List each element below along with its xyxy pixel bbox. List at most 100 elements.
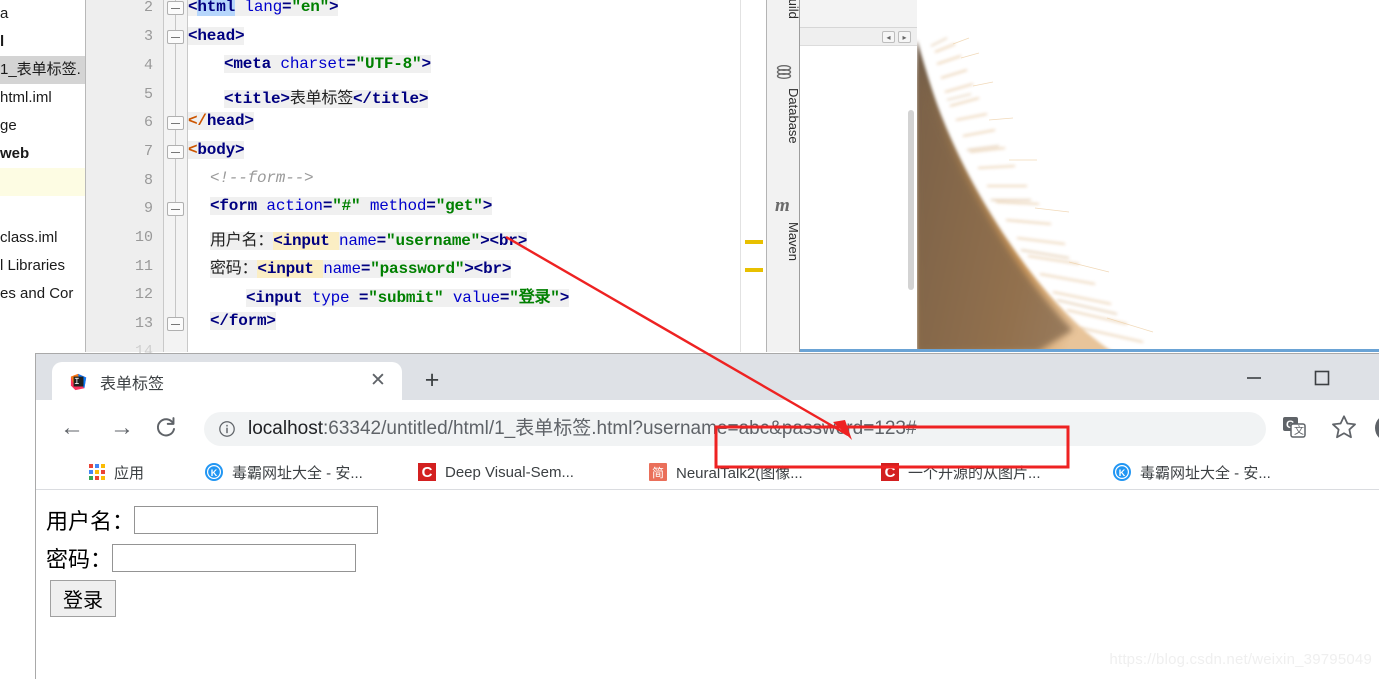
panel-next-icon[interactable]: ▸ — [898, 31, 911, 43]
editor-line-number-gutter: 2 3 4 5 6 7 8 9 10 11 12 13 14 — [86, 0, 164, 360]
bookmark-label: 应用 — [114, 464, 145, 482]
reload-icon[interactable] — [152, 414, 180, 442]
bookmark-duba-2[interactable]: K 毒霸网址大全 - 安... — [1112, 458, 1271, 486]
bookmark-neuraltalk2[interactable]: 简 NeuralTalk2(图像... — [648, 458, 803, 486]
tree-item[interactable] — [0, 168, 85, 196]
line-number: 12 — [134, 286, 153, 303]
screenshot-root: a l 1_表单标签. html.iml ge web class.iml l … — [0, 0, 1379, 679]
bookmark-label: 毒霸网址大全 - 安... — [232, 464, 363, 482]
line-number: 4 — [143, 57, 153, 74]
forward-icon[interactable]: → — [108, 414, 136, 442]
code-editor[interactable]: <html lang="en"> <head> <meta charset="U… — [188, 0, 766, 352]
tree-item[interactable]: a — [0, 0, 85, 28]
new-tab-icon[interactable]: + — [418, 367, 446, 395]
code-line-7[interactable]: <body> — [188, 141, 245, 159]
tree-item[interactable]: web — [0, 140, 85, 168]
database-icon — [776, 65, 792, 79]
editor-marker-bar[interactable] — [740, 0, 766, 352]
code-line-6[interactable]: </head> — [188, 112, 254, 130]
fold-toggle-icon[interactable] — [167, 145, 184, 159]
tree-item[interactable]: ge — [0, 112, 85, 140]
panel-scrollbar[interactable] — [908, 110, 914, 290]
bookmark-apps[interactable]: 应用 — [88, 458, 144, 486]
maximize-icon[interactable] — [1310, 366, 1334, 390]
line-number: 2 — [143, 0, 153, 16]
tool-window-strip[interactable]: Build Database m Maven — [766, 0, 801, 352]
tree-item[interactable]: l — [0, 28, 85, 56]
tree-item[interactable] — [0, 196, 85, 224]
line-number: 5 — [143, 86, 153, 103]
code-line-8[interactable]: <!--form--> — [210, 169, 314, 187]
line-number: 7 — [143, 143, 153, 160]
minimize-icon[interactable] — [1242, 366, 1266, 390]
intellij-idea-favicon — [70, 373, 87, 391]
bookmarks-bar: 应用 K 毒霸网址大全 - 安... C Deep Visual-Sem... — [36, 454, 1379, 490]
line-number: 6 — [143, 114, 153, 131]
code-line-2[interactable]: <html lang="en"> — [188, 0, 339, 16]
svg-text:K: K — [211, 468, 218, 478]
tree-item[interactable]: html.iml — [0, 84, 85, 112]
browser-tab-active[interactable]: 表单标签 ✕ — [52, 362, 402, 400]
tree-item[interactable]: l Libraries — [0, 252, 85, 280]
fold-toggle-icon[interactable] — [167, 1, 184, 15]
fold-toggle-icon[interactable] — [167, 30, 184, 44]
bookmark-duba-1[interactable]: K 毒霸网址大全 - 安... — [204, 458, 363, 486]
code-line-11[interactable]: 密码：<input name="password"><br> — [210, 254, 512, 278]
svg-text:K: K — [1119, 468, 1126, 478]
username-input[interactable] — [134, 506, 379, 534]
panel-prev-icon[interactable]: ◂ — [882, 31, 895, 43]
password-input[interactable] — [112, 544, 357, 572]
bookmark-star-icon[interactable] — [1330, 413, 1360, 443]
panel-body — [800, 46, 917, 352]
tree-item[interactable]: es and Cor — [0, 280, 85, 308]
code-line-10[interactable]: 用户名：<input name="username"><br> — [210, 226, 527, 250]
code-line-12[interactable]: <input type ="submit" value="登录"> — [246, 283, 569, 307]
username-label: 用户名： — [46, 509, 135, 534]
code-line-13[interactable]: </form> — [210, 312, 276, 330]
translate-icon[interactable]: G 文 — [1280, 413, 1310, 443]
code-line-5[interactable]: <title>表单标签</title> — [224, 84, 428, 108]
kingsoft-k-icon: K — [1113, 463, 1131, 481]
fold-toggle-icon[interactable] — [167, 116, 184, 130]
close-icon[interactable]: ✕ — [368, 371, 388, 391]
url-host: localhost — [248, 418, 323, 439]
letter-c-icon: C — [881, 463, 899, 481]
page-info-icon[interactable] — [218, 420, 236, 438]
browser-toolbar: ← → localhost:63342/untitled/html/1_表单标签… — [36, 400, 1379, 454]
warning-marker[interactable] — [745, 268, 763, 272]
url-text[interactable]: localhost:63342/untitled/html/1_表单标签.htm… — [248, 416, 917, 442]
project-tree-sidebar[interactable]: a l 1_表单标签. html.iml ge web class.iml l … — [0, 0, 86, 352]
bookmark-opensource[interactable]: C 一个开源的从图片... — [880, 458, 1041, 486]
line-number: 10 — [134, 229, 153, 246]
line-number: 9 — [143, 200, 153, 217]
tool-button-database[interactable]: Database — [767, 88, 801, 160]
code-line-4[interactable]: <meta charset="UTF-8"> — [224, 55, 431, 73]
fold-toggle-icon[interactable] — [167, 317, 184, 331]
code-line-9[interactable]: <form action="#" method="get"> — [210, 197, 492, 215]
password-label: 密码： — [46, 547, 113, 572]
back-icon[interactable]: ← — [58, 414, 86, 442]
warning-marker[interactable] — [745, 240, 763, 244]
editor-folding-strip[interactable] — [164, 0, 188, 352]
tool-button-build[interactable]: Build — [767, 0, 801, 36]
svg-text:C: C — [885, 464, 896, 481]
bookmark-deep-visual[interactable]: C Deep Visual-Sem... — [417, 458, 574, 486]
svg-text:文: 文 — [1294, 424, 1304, 437]
line-number: 3 — [143, 28, 153, 45]
fold-toggle-icon[interactable] — [167, 202, 184, 216]
maven-icon: m — [775, 195, 790, 216]
background-animal-photo — [917, 0, 1379, 352]
watermark-text: https://blog.csdn.net/weixin_39795049 — [1109, 651, 1372, 668]
address-bar[interactable]: localhost:63342/untitled/html/1_表单标签.htm… — [204, 412, 1266, 446]
line-number: 13 — [134, 315, 153, 332]
tree-item[interactable]: class.iml — [0, 224, 85, 252]
tree-item-selected[interactable]: 1_表单标签. — [0, 56, 85, 84]
submit-button[interactable]: 登录 — [50, 580, 116, 617]
letter-c-icon: C — [418, 463, 436, 481]
profile-avatar-icon[interactable] — [1374, 413, 1379, 443]
tool-button-maven[interactable]: Maven — [767, 222, 801, 280]
apps-grid-icon — [89, 464, 105, 480]
code-line-3[interactable]: <head> — [188, 27, 245, 45]
kingsoft-k-icon: K — [205, 463, 223, 481]
browser-tab-strip: 表单标签 ✕ + — [36, 354, 1379, 400]
